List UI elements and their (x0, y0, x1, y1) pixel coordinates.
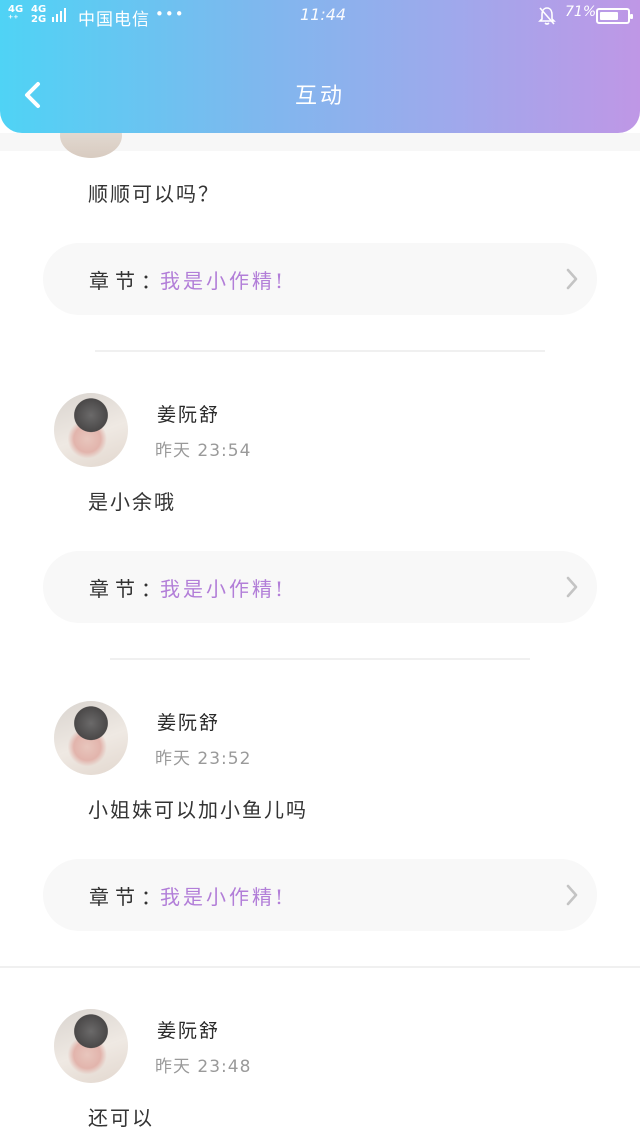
chapter-link[interactable]: 章节： 我是小作精! (43, 859, 597, 931)
chapter-title: 我是小作精! (160, 577, 287, 601)
status-bar: 4G ⁺⁺ 4G 2G 中国电信 ••• 11:44 71% (0, 0, 640, 32)
chapter-title: 我是小作精! (160, 269, 287, 293)
comment-feed[interactable]: 顺顺可以吗？ 章节： 我是小作精! 姜阮舒 昨天 23:54 是小余哦 章节： … (0, 133, 640, 1138)
chapter-label: 章节： (89, 885, 167, 909)
comment-time: 昨天 23:54 (155, 441, 252, 461)
avatar[interactable] (54, 1009, 128, 1083)
page-title: 互动 (294, 84, 345, 109)
user-name[interactable]: 姜阮舒 (157, 708, 220, 735)
comment-time: 昨天 23:52 (155, 749, 252, 769)
battery-icon (596, 8, 633, 24)
avatar[interactable] (60, 133, 122, 158)
chapter-link[interactable]: 章节： 我是小作精! (43, 551, 597, 623)
comment-text: 小姐妹可以加小鱼儿吗 (88, 798, 308, 822)
battery-percent: 71% (565, 4, 597, 20)
chevron-right-icon (566, 268, 578, 290)
chevron-right-icon (566, 576, 578, 598)
battery-level (600, 12, 618, 20)
comment-text: 还可以 (88, 1106, 154, 1130)
header: 4G ⁺⁺ 4G 2G 中国电信 ••• 11:44 71% 互动 (0, 0, 640, 133)
signal-icon (52, 8, 72, 22)
divider (0, 966, 640, 968)
network-indicator-1: 4G ⁺⁺ (8, 4, 24, 25)
status-time: 11:44 (300, 5, 347, 24)
user-name[interactable]: 姜阮舒 (157, 400, 220, 427)
divider (95, 350, 545, 352)
avatar[interactable] (54, 393, 128, 467)
chapter-title: 我是小作精! (160, 885, 287, 909)
interaction-page: 4G ⁺⁺ 4G 2G 中国电信 ••• 11:44 71% 互动 顺顺可以吗？… (0, 0, 640, 1138)
carrier-name: 中国电信 (78, 10, 150, 30)
comment-text: 顺顺可以吗？ (88, 182, 220, 206)
chapter-label: 章节： (89, 269, 167, 293)
comment-time: 昨天 23:48 (155, 1057, 252, 1077)
chapter-link[interactable]: 章节： 我是小作精! (43, 243, 597, 315)
avatar[interactable] (54, 701, 128, 775)
divider (110, 658, 530, 660)
network-indicator-2: 4G 2G (31, 4, 47, 25)
chevron-right-icon (566, 884, 578, 906)
chapter-label: 章节： (89, 577, 167, 601)
bell-off-icon (538, 7, 556, 25)
comment-text: 是小余哦 (88, 490, 176, 514)
more-notifications-icon: ••• (155, 5, 185, 23)
user-name[interactable]: 姜阮舒 (157, 1016, 220, 1043)
